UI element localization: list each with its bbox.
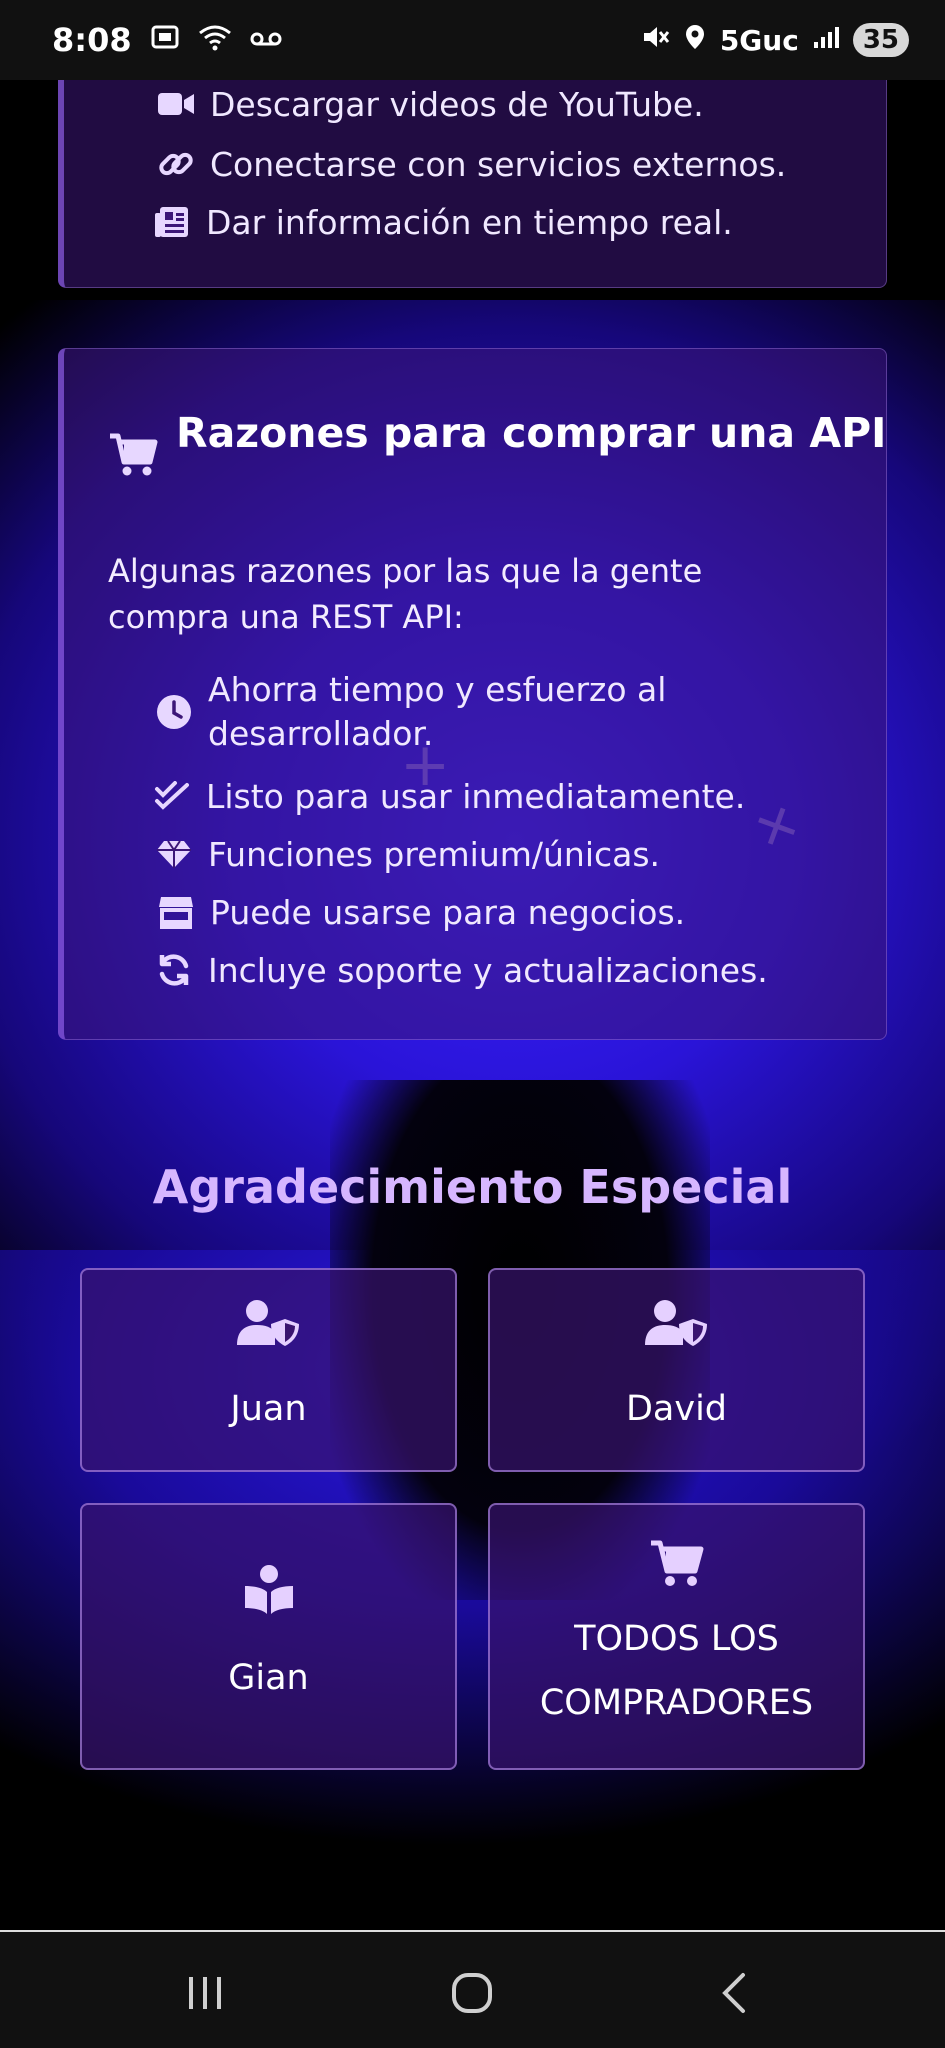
reason-item-premium: Funciones premium/únicas. xyxy=(154,834,660,874)
thanks-tile-juan[interactable]: Juan xyxy=(80,1268,457,1472)
reason-label: Funciones premium/únicas. xyxy=(208,834,661,874)
signal-icon xyxy=(813,25,839,56)
reason-label: Puede usarse para negocios. xyxy=(210,892,686,932)
gem-icon xyxy=(154,834,194,874)
mute-icon xyxy=(640,23,670,58)
reasons-title: Razones para comprar una API xyxy=(176,409,887,457)
reason-item-ready: Listo para usar inmediatamente. xyxy=(152,776,745,816)
tile-label: Juan xyxy=(230,1389,307,1429)
link-icon xyxy=(156,144,196,184)
thanks-tile-david[interactable]: David xyxy=(488,1268,865,1472)
user-shield-icon xyxy=(236,1299,301,1351)
recent-apps-button[interactable] xyxy=(170,1958,240,2028)
home-button[interactable] xyxy=(437,1958,507,2028)
reason-item-time: Ahorra tiempo y esfuerzo al desarrollado… xyxy=(154,668,774,756)
tile-label: TODOS LOS COMPRADORES xyxy=(539,1618,814,1723)
cart-icon xyxy=(649,1539,705,1593)
reason-label: Incluye soporte y actualizaciones. xyxy=(208,950,768,990)
wifi-icon xyxy=(198,23,232,58)
feature-item-youtube: Descargar videos de YouTube. xyxy=(156,84,704,124)
back-button[interactable] xyxy=(700,1958,770,2028)
reasons-intro: Algunas razones por las que la gente com… xyxy=(108,552,703,636)
status-time: 8:08 xyxy=(52,21,132,59)
feature-label: Descargar videos de YouTube. xyxy=(210,84,704,124)
thanks-tile-gian[interactable]: Gian xyxy=(80,1503,457,1770)
battery-level: 35 xyxy=(852,23,909,57)
newspaper-icon xyxy=(152,202,192,242)
reason-item-business: Puede usarse para negocios. xyxy=(156,892,685,932)
sync-icon xyxy=(154,950,194,990)
store-icon xyxy=(156,892,196,932)
network-type: 5Guc xyxy=(719,23,799,57)
thanks-tile-all-buyers[interactable]: TODOS LOS COMPRADORES xyxy=(488,1503,865,1770)
cart-icon xyxy=(108,432,158,482)
clock-icon xyxy=(154,692,194,732)
reason-label: Listo para usar inmediatamente. xyxy=(206,776,746,816)
reason-label: Ahorra tiempo y esfuerzo al desarrollado… xyxy=(208,670,667,753)
status-bar: 8:08 5Guc 35 xyxy=(0,0,945,80)
feature-label: Dar información en tiempo real. xyxy=(206,202,733,242)
feature-label: Conectarse con servicios externos. xyxy=(210,144,787,184)
feature-item-realtime: Dar información en tiempo real. xyxy=(152,202,733,242)
double-check-icon xyxy=(152,776,192,816)
thanks-title: Agradecimiento Especial xyxy=(152,1160,793,1214)
tile-label: Gian xyxy=(228,1657,309,1698)
reason-item-support: Incluye soporte y actualizaciones. xyxy=(154,950,768,990)
book-reader-icon xyxy=(243,1564,295,1620)
feature-item-connect: Conectarse con servicios externos. xyxy=(156,144,786,184)
screenshot-icon xyxy=(150,23,180,58)
system-nav-bar xyxy=(0,1930,945,2048)
voicemail-icon xyxy=(250,25,282,55)
location-icon xyxy=(684,23,706,58)
tile-label: David xyxy=(625,1389,728,1429)
user-shield-icon xyxy=(644,1299,709,1351)
video-icon xyxy=(156,84,196,124)
